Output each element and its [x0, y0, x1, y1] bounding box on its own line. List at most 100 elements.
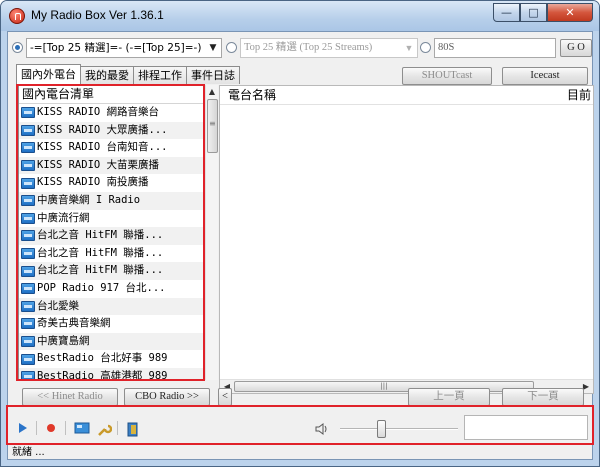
station-item[interactable]: KISS RADIO 台南知音...	[19, 139, 203, 157]
station-item-label: 台北愛樂	[37, 299, 79, 312]
radio-station-icon	[21, 353, 35, 365]
radio-station-icon	[21, 265, 35, 277]
stream-list-header: 電台名稱 目前	[220, 86, 593, 105]
streams-combo[interactable]: Top 25 精選 (Top 25 Streams) ▼	[240, 38, 418, 58]
station-item-label: KISS RADIO 網路音樂台	[37, 106, 160, 118]
station-item-label: BestRadio 高雄港都 989	[37, 369, 168, 380]
station-item[interactable]: KISS RADIO 網路音樂台	[19, 104, 203, 122]
station-item[interactable]: BestRadio 高雄港都 989	[19, 367, 203, 380]
scroll-left-button[interactable]: <	[218, 388, 232, 406]
station-list-scrollbar[interactable]: ▲	[205, 85, 218, 380]
radio-station-icon	[21, 107, 35, 119]
station-item-label: KISS RADIO 南投廣播	[37, 176, 149, 189]
scroll-thumb[interactable]	[207, 99, 218, 153]
streams-radio[interactable]	[226, 42, 237, 53]
station-item-label: KISS RADIO 大苗栗廣播	[37, 158, 160, 171]
stream-list: 電台名稱 目前 ◀ ||| ▶	[219, 85, 594, 394]
station-item[interactable]: 中廣寶島網	[19, 332, 203, 351]
station-item-label: 台北之音 HitFM 聯播...	[37, 246, 164, 259]
volume-icon[interactable]	[315, 422, 329, 436]
column-current[interactable]: 目前	[567, 86, 591, 104]
station-list: 國內電台清單 KISS RADIO 網路音樂台 KISS RADIO 大眾廣播..…	[18, 85, 204, 380]
radio-station-icon	[21, 248, 35, 260]
app-window: My Radio Box Ver 1.36.1 — □ ✕ -=[Top 25 …	[0, 0, 600, 467]
radio-station-icon	[21, 283, 35, 295]
radio-app-icon	[9, 8, 25, 24]
top25-combo-value: -=[Top 25 精選]=- (-=[Top 25]=-)	[30, 42, 202, 54]
tab-event-log[interactable]: 事件日誌	[186, 66, 240, 84]
radio-station-icon	[21, 124, 35, 136]
icecast-button[interactable]: Icecast	[502, 67, 588, 85]
station-item-label: 中廣音樂網 I Radio	[37, 193, 141, 206]
station-item-label: 台北之音 HitFM 聯播...	[37, 264, 164, 277]
radio-station-icon	[21, 212, 35, 224]
station-list-header: 國內電台清單	[19, 86, 203, 104]
station-item[interactable]: 台北之音 HitFM 聯播...	[19, 262, 203, 280]
chevron-down-icon: ▼	[404, 43, 414, 53]
station-item-label: POP Radio 917 台北...	[37, 281, 166, 294]
radio-station-icon	[21, 230, 35, 242]
prev-page-button[interactable]: 上一頁	[408, 388, 490, 406]
station-item-label: KISS RADIO 台南知音...	[37, 141, 168, 154]
station-item-label: BestRadio 台北好事 989	[37, 352, 168, 365]
divider	[117, 421, 118, 435]
station-item[interactable]: 中廣音樂網 I Radio	[19, 191, 203, 210]
streams-combo-value: Top 25 精選 (Top 25 Streams)	[244, 42, 373, 53]
tab-favorites[interactable]: 我的最愛	[80, 66, 134, 84]
station-item[interactable]: 奇美古典音樂網	[19, 315, 203, 333]
next-page-button[interactable]: 下一頁	[502, 388, 584, 406]
maximize-button[interactable]: □	[520, 3, 547, 22]
search-radio[interactable]	[420, 42, 431, 53]
station-item[interactable]: 台北之音 HitFM 聯播...	[19, 227, 203, 245]
cbo-radio-button[interactable]: CBO Radio >>	[124, 388, 210, 406]
close-button[interactable]: ✕	[547, 3, 593, 22]
top25-radio[interactable]	[12, 42, 23, 53]
station-item[interactable]: POP Radio 917 台北...	[19, 279, 203, 298]
volume-track[interactable]	[340, 428, 458, 430]
radio-station-icon	[21, 318, 35, 330]
station-item[interactable]: KISS RADIO 大苗栗廣播	[19, 156, 203, 175]
client-area: -=[Top 25 精選]=- (-=[Top 25]=-) ▼ Top 25 …	[6, 31, 594, 460]
settings-wrench-icon[interactable]	[96, 422, 112, 438]
station-item-label: 奇美古典音樂網	[37, 317, 111, 330]
station-item[interactable]: KISS RADIO 大眾廣播...	[19, 121, 203, 140]
divider	[65, 421, 66, 435]
window-title: My Radio Box Ver 1.36.1	[31, 8, 164, 22]
hinet-radio-button[interactable]: << Hinet Radio	[22, 388, 118, 406]
station-item[interactable]: BestRadio 台北好事 989	[19, 350, 203, 368]
tab-schedule[interactable]: 排程工作	[133, 66, 187, 84]
station-item-label: 台北之音 HitFM 聯播...	[37, 229, 164, 242]
station-item[interactable]: 中廣流行網	[19, 209, 203, 228]
top25-combo[interactable]: -=[Top 25 精選]=- (-=[Top 25]=-) ▼	[26, 38, 222, 58]
column-station-name[interactable]: 電台名稱	[228, 86, 276, 104]
caption-buttons: — □ ✕	[493, 3, 593, 23]
search-input[interactable]: 80S	[434, 38, 556, 58]
station-item-label: KISS RADIO 大眾廣播...	[37, 123, 168, 136]
play-icon[interactable]	[18, 422, 28, 434]
radio-station-icon	[21, 371, 35, 379]
radio-station-icon	[21, 300, 35, 312]
station-item-label: 中廣流行網	[37, 211, 90, 224]
divider	[36, 421, 37, 435]
station-item[interactable]: 台北之音 HitFM 聯播...	[19, 244, 203, 263]
station-item[interactable]: 台北愛樂	[19, 297, 203, 316]
exit-door-icon[interactable]	[126, 422, 140, 438]
shoutcast-button[interactable]: SHOUTcast	[402, 67, 492, 85]
station-item[interactable]: KISS RADIO 南投廣播	[19, 174, 203, 192]
scroll-up-icon[interactable]: ▲	[206, 85, 218, 99]
title-bar[interactable]: My Radio Box Ver 1.36.1 — □ ✕	[1, 1, 599, 31]
station-item-label: 中廣寶島網	[37, 334, 90, 347]
volume-slider[interactable]	[377, 420, 387, 438]
tab-stations[interactable]: 國內外電台	[16, 64, 81, 84]
status-bar: 就緒 ...	[8, 444, 592, 460]
minimize-button[interactable]: —	[493, 3, 520, 22]
radio-station-icon	[21, 142, 35, 154]
record-icon[interactable]	[45, 422, 57, 434]
chevron-down-icon: ▼	[209, 43, 217, 53]
radio-station-icon	[21, 160, 35, 172]
display-icon[interactable]	[74, 422, 90, 436]
tab-bar: 國內外電台 我的最愛 排程工作 事件日誌	[16, 64, 240, 84]
radio-station-icon	[21, 336, 35, 348]
radio-station-icon	[21, 177, 35, 189]
go-button[interactable]: G O	[560, 39, 592, 57]
